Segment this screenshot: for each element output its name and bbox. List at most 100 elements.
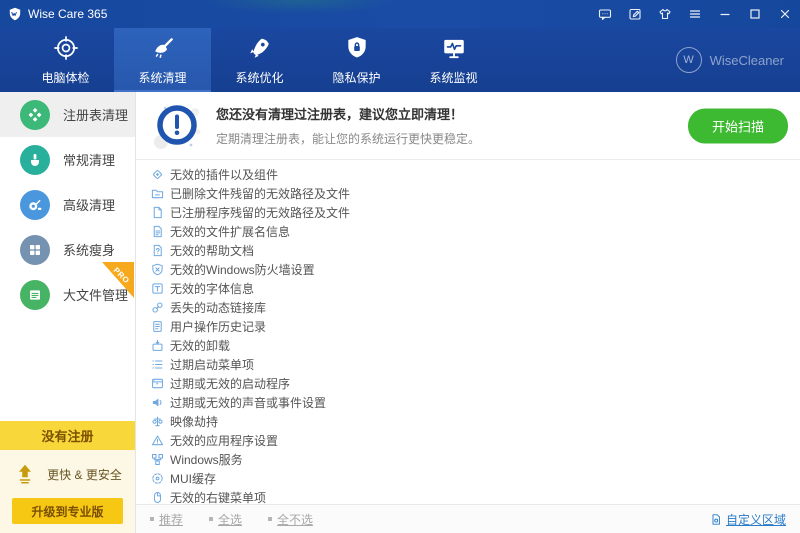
wisecleaner-logo-icon: W bbox=[676, 47, 702, 73]
system-slimming-icon bbox=[20, 235, 50, 265]
mui-cache-icon bbox=[150, 472, 164, 486]
firewall-shield-icon bbox=[150, 263, 164, 277]
image-hijack-icon bbox=[150, 415, 164, 429]
bullet-icon bbox=[209, 517, 213, 521]
registry-cleaner-icon bbox=[20, 100, 50, 130]
scan-item[interactable]: Windows服务 bbox=[150, 450, 800, 469]
scan-item[interactable]: 已删除文件残留的无效路径及文件 bbox=[150, 184, 800, 203]
tab-system-cleaner[interactable]: 系统清理 bbox=[114, 28, 211, 92]
select-recommended-link[interactable]: 推荐 bbox=[150, 511, 183, 528]
banner: 您还没有清理过注册表，建议您立即清理！ 定期清理注册表，能让您的系统运行更快更稳… bbox=[136, 92, 800, 160]
sound-speaker-icon bbox=[150, 396, 164, 410]
uninstall-icon bbox=[150, 339, 164, 353]
scan-item[interactable]: 映像劫持 bbox=[150, 412, 800, 431]
sidebar-item-common-cleaner[interactable]: 常规清理 bbox=[0, 137, 135, 182]
scan-item[interactable]: MUI缓存 bbox=[150, 469, 800, 488]
license-tagline-row: 更快 & 更安全 bbox=[0, 450, 135, 498]
history-doc-icon bbox=[150, 320, 164, 334]
context-menu-mouse-icon bbox=[150, 491, 164, 505]
main-panel: 您还没有清理过注册表，建议您立即清理！ 定期清理注册表，能让您的系统运行更快更稳… bbox=[136, 92, 800, 533]
scan-item[interactable]: 无效的应用程序设置 bbox=[150, 431, 800, 450]
custom-area-link[interactable]: 自定义区域 bbox=[710, 511, 786, 528]
sidebar-item-label: 系统瘦身 bbox=[63, 240, 115, 259]
scan-item-list: 无效的插件以及组件 已删除文件残留的无效路径及文件 已注册程序残留的无效路径及文… bbox=[136, 160, 800, 504]
tab-label: 隐私保护 bbox=[332, 69, 380, 86]
font-icon bbox=[150, 282, 164, 296]
tab-system-tuneup[interactable]: 系统优化 bbox=[211, 28, 308, 92]
scan-item[interactable]: 丢失的动态链接库 bbox=[150, 298, 800, 317]
banner-text: 您还没有清理过注册表，建议您立即清理！ 定期清理注册表，能让您的系统运行更快更稳… bbox=[216, 104, 480, 147]
scan-item[interactable]: 无效的文件扩展名信息 bbox=[150, 222, 800, 241]
bullet-icon bbox=[150, 517, 154, 521]
big-files-manager-icon bbox=[20, 280, 50, 310]
sidebar-item-label: 高级清理 bbox=[63, 195, 115, 214]
windows-services-icon bbox=[150, 453, 164, 467]
sidebar-item-label: 注册表清理 bbox=[63, 105, 128, 124]
brand-name: WiseCleaner bbox=[710, 53, 784, 68]
scan-item[interactable]: 过期或无效的启动程序 bbox=[150, 374, 800, 393]
edit-icon[interactable] bbox=[620, 0, 650, 28]
scan-item[interactable]: 过期或无效的声音或事件设置 bbox=[150, 393, 800, 412]
scan-item[interactable]: 无效的右键菜单项 bbox=[150, 488, 800, 504]
scan-item[interactable]: 已注册程序残留的无效路径及文件 bbox=[150, 203, 800, 222]
sidebar-item-advanced-cleaner[interactable]: 高级清理 bbox=[0, 182, 135, 227]
start-scan-button[interactable]: 开始扫描 bbox=[688, 108, 788, 143]
cleaner-broom-icon bbox=[150, 35, 176, 64]
sidebar-item-registry-cleaner[interactable]: 注册表清理 bbox=[0, 92, 135, 137]
app-warning-icon bbox=[150, 434, 164, 448]
scan-item[interactable]: 过期启动菜单项 bbox=[150, 355, 800, 374]
selection-footer: 推荐 全选 全不选 自定义区域 bbox=[136, 504, 800, 533]
dll-link-icon bbox=[150, 301, 164, 315]
tab-label: 系统监视 bbox=[429, 69, 477, 86]
scan-item[interactable]: 无效的卸载 bbox=[150, 336, 800, 355]
banner-subtitle: 定期清理注册表，能让您的系统运行更快更稳定。 bbox=[216, 130, 480, 147]
scan-item[interactable]: 无效的帮助文档 bbox=[150, 241, 800, 260]
menu-icon[interactable] bbox=[680, 0, 710, 28]
license-tagline: 更快 & 更安全 bbox=[47, 466, 122, 483]
privacy-shield-icon bbox=[344, 35, 370, 64]
maximize-icon[interactable] bbox=[740, 0, 770, 28]
banner-title: 您还没有清理过注册表，建议您立即清理！ bbox=[216, 104, 480, 123]
license-panel: 没有注册 更快 & 更安全 升级到专业版 bbox=[0, 421, 135, 533]
scan-item[interactable]: 无效的Windows防火墙设置 bbox=[150, 260, 800, 279]
tab-pc-checkup[interactable]: 电脑体检 bbox=[17, 28, 114, 92]
nav-bar: 电脑体检 系统清理 系统优化 隐私保护 系统监视 W WiseCleaner bbox=[0, 28, 800, 92]
scan-item[interactable]: 无效的字体信息 bbox=[150, 279, 800, 298]
brand: W WiseCleaner bbox=[676, 28, 784, 92]
sidebar-item-big-files-manager[interactable]: 大文件管理 bbox=[0, 272, 135, 317]
common-cleaner-icon bbox=[20, 145, 50, 175]
monitor-pulse-icon bbox=[441, 35, 467, 64]
select-none-link[interactable]: 全不选 bbox=[268, 511, 313, 528]
advanced-cleaner-icon bbox=[20, 190, 50, 220]
tab-label: 电脑体检 bbox=[41, 69, 89, 86]
license-status: 没有注册 bbox=[0, 421, 135, 450]
help-doc-icon bbox=[150, 244, 164, 258]
tab-label: 系统清理 bbox=[138, 69, 186, 86]
tuneup-rocket-icon bbox=[247, 35, 273, 64]
tab-privacy-protector[interactable]: 隐私保护 bbox=[308, 28, 405, 92]
upgrade-arrow-icon bbox=[13, 462, 37, 486]
sidebar-item-label: 大文件管理 bbox=[63, 285, 128, 304]
scan-item[interactable]: 用户操作历史记录 bbox=[150, 317, 800, 336]
bullet-icon bbox=[268, 517, 272, 521]
window-title: Wise Care 365 bbox=[28, 7, 107, 21]
startup-program-icon bbox=[150, 377, 164, 391]
message-icon[interactable] bbox=[590, 0, 620, 28]
app-window: Wise Care 365 bbox=[0, 0, 800, 533]
upgrade-pro-button[interactable]: 升级到专业版 bbox=[12, 498, 123, 524]
titlebar-controls bbox=[590, 0, 800, 28]
select-all-link[interactable]: 全选 bbox=[209, 511, 242, 528]
scan-item[interactable]: 无效的插件以及组件 bbox=[150, 165, 800, 184]
app-shield-icon bbox=[8, 7, 22, 21]
theme-icon[interactable] bbox=[650, 0, 680, 28]
plugin-icon bbox=[150, 168, 164, 182]
file-extension-icon bbox=[150, 225, 164, 239]
titlebar: Wise Care 365 bbox=[0, 0, 800, 28]
close-icon[interactable] bbox=[770, 0, 800, 28]
minimize-icon[interactable] bbox=[710, 0, 740, 28]
tab-label: 系统优化 bbox=[235, 69, 283, 86]
alert-ring-icon bbox=[150, 99, 204, 153]
tab-system-monitor[interactable]: 系统监视 bbox=[405, 28, 502, 92]
sidebar-item-label: 常规清理 bbox=[63, 150, 115, 169]
custom-area-doc-icon bbox=[710, 513, 722, 526]
